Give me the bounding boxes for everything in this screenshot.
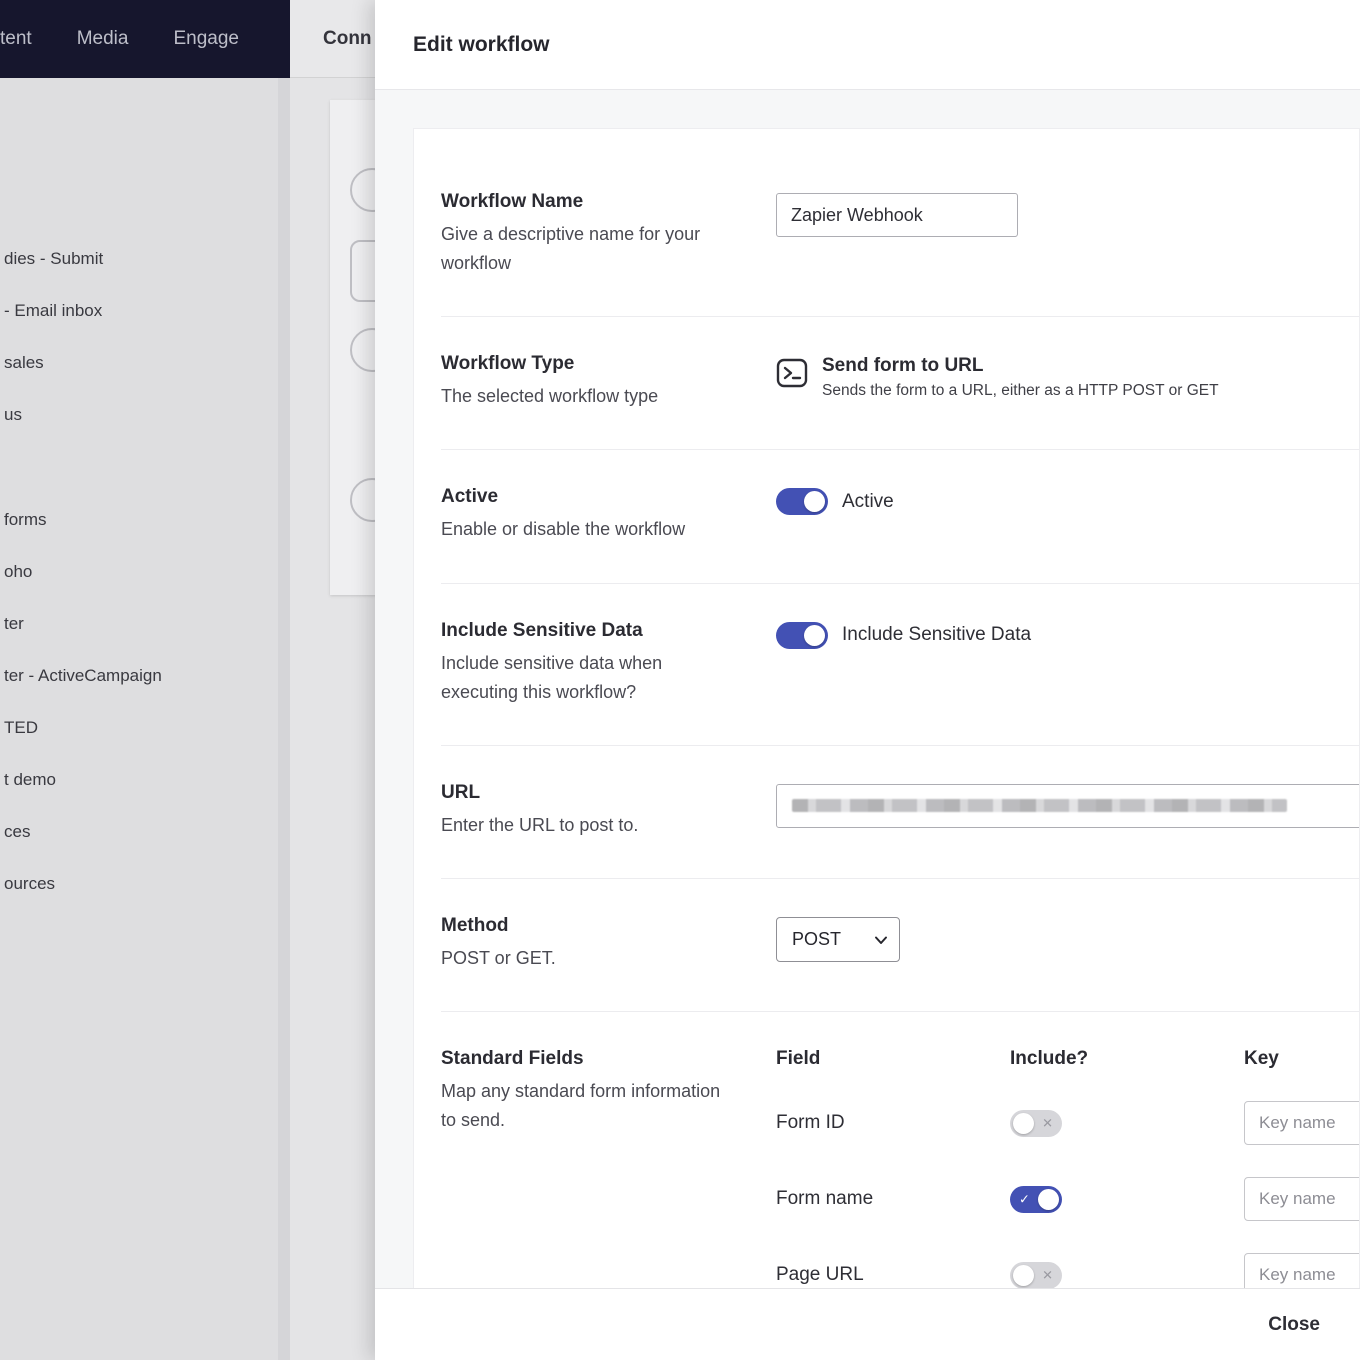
page-url-include-toggle[interactable]: ✕ [1010,1261,1062,1288]
workflow-type-label: Workflow Type [441,353,575,375]
chevron-down-icon [875,936,887,945]
active-label: Active [441,486,499,508]
url-value-redacted [792,799,1287,813]
workflow-type-value: Send form to URL Sends the form to a URL… [776,355,1359,400]
column-header-field: Field [776,1048,821,1070]
url-label: URL [441,781,481,803]
close-button[interactable]: Close [1268,1314,1320,1336]
toggle-knob [1038,1188,1059,1210]
method-row: Method POST or GET. POST [441,878,1359,1011]
sidebar-item[interactable]: ter [0,598,278,650]
url-description: Enter the URL to post to. [441,814,639,835]
toggle-knob [1013,1264,1034,1286]
active-toggle-label: Active [842,490,894,512]
nav-item-engage[interactable]: Engage [173,28,239,50]
workflow-type-subtitle: Sends the form to a URL, either as a HTT… [822,382,1219,400]
url-input[interactable] [776,783,1359,828]
background-card [330,100,375,595]
active-row: Active Enable or disable the workflow Ac… [441,449,1359,582]
sidebar-item[interactable]: ces [0,806,278,858]
sensitive-data-toggle-label: Include Sensitive Data [842,624,1032,646]
top-navbar: tent Media Engage [0,0,290,78]
tab-connections[interactable]: Conn [323,28,372,50]
toggle-knob [804,491,825,513]
toggle-knob [1013,1112,1034,1134]
column-header-key: Key [1244,1048,1279,1070]
sidebar-item[interactable]: dies - Submit [0,233,278,285]
workflow-type-title: Send form to URL [822,355,984,377]
field-name: Form name [776,1188,874,1210]
form-id-include-toggle[interactable]: ✕ [1010,1109,1062,1137]
sidebar-item[interactable]: ources [0,858,278,910]
placeholder-circle [350,478,375,522]
active-description: Enable or disable the workflow [441,519,686,540]
field-name: Page URL [776,1264,864,1286]
x-icon: ✕ [1042,1115,1053,1131]
active-toggle[interactable] [776,488,828,516]
page-tabbar: Conn [290,0,375,78]
workflow-name-row: Workflow Name Give a descriptive name fo… [441,191,1359,316]
sidebar-item[interactable]: - Email inbox [0,285,278,337]
placeholder-circle [350,168,375,212]
sidebar-item[interactable]: oho [0,546,278,598]
toggle-knob [804,624,825,646]
method-select[interactable]: POST [776,917,900,963]
workflow-name-input[interactable] [776,193,1018,237]
fields-table-header: Field Include? Key [776,1048,1359,1070]
form-id-key-input[interactable] [1244,1101,1359,1146]
field-row-page-url: Page URL ✕ [776,1252,1359,1288]
sensitive-data-description: Include sensitive data when executing th… [441,652,663,702]
standard-fields-label: Standard Fields [441,1048,584,1070]
sensitive-data-row: Include Sensitive Data Include sensitive… [441,582,1359,745]
x-icon: ✕ [1042,1267,1053,1283]
sidebar-item[interactable]: forms [0,494,278,546]
modal-body: Workflow Name Give a descriptive name fo… [375,90,1360,1288]
sensitive-data-toggle[interactable] [776,621,828,649]
method-description: POST or GET. [441,948,556,969]
check-icon: ✓ [1019,1191,1030,1207]
placeholder-circle [350,328,375,372]
page-content [290,78,375,1360]
sidebar-item[interactable]: ter - ActiveCampaign [0,650,278,702]
modal-title: Edit workflow [413,32,550,56]
modal-footer: Close [375,1288,1360,1360]
edit-workflow-modal: Edit workflow Workflow Name Give a descr… [375,0,1360,1360]
modal-header: Edit workflow [375,0,1360,90]
workflow-type-row: Workflow Type The selected workflow type [441,316,1359,449]
standard-fields-table: Field Include? Key Form ID ✕ Key name Fo… [776,1048,1359,1288]
screen: tent Media Engage Conn dies - Submit - E… [0,0,1360,1360]
placeholder-pill [350,240,375,302]
sidebar-item[interactable]: TED [0,702,278,754]
page-url-key-input[interactable] [1244,1253,1359,1288]
form-name-key-input[interactable] [1244,1177,1359,1222]
workflow-name-description: Give a descriptive name for your workflo… [441,224,701,274]
nav-item-media[interactable]: Media [77,28,129,50]
field-row-form-id: Form ID ✕ [776,1100,1359,1146]
form-name-include-toggle[interactable]: ✓ [1010,1185,1062,1213]
workflow-form-card: Workflow Name Give a descriptive name fo… [413,128,1360,1288]
standard-fields-description: Map any standard form information to sen… [441,1081,721,1131]
field-name: Form ID [776,1112,845,1134]
sidebar-item[interactable]: t demo [0,754,278,806]
sidebar-scroll-track[interactable] [278,78,290,1360]
sidebar-item[interactable]: us [0,389,278,441]
workflow-name-label: Workflow Name [441,191,584,212]
method-label: Method [441,915,509,937]
terminal-icon [776,359,808,388]
standard-fields-row: Standard Fields Map any standard form in… [441,1011,1359,1288]
sidebar-item[interactable]: sales [0,337,278,389]
field-row-form-name: Form name ✓ [776,1176,1359,1222]
workflow-type-description: The selected workflow type [441,386,659,407]
sensitive-data-label: Include Sensitive Data [441,619,643,641]
nav-item-content[interactable]: tent [0,28,32,50]
column-header-include: Include? [1010,1048,1089,1070]
sidebar: dies - Submit - Email inbox sales us for… [0,78,278,1360]
url-row: URL Enter the URL to post to. [441,744,1359,878]
method-selected-value: POST [792,929,842,950]
